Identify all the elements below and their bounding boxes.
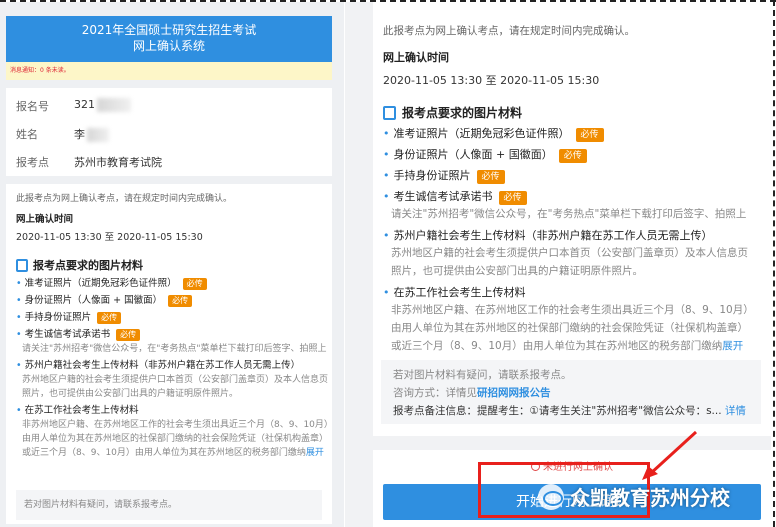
applicant-id-label: 报名号	[16, 100, 49, 113]
material-item: • 身份证照片（人像面 + 国徽面） 必传	[16, 294, 322, 308]
doubt-tip-left: 若对图片材料有疑问，请联系报考点。	[16, 490, 322, 520]
material-desc: 请关注"苏州招考"微信公众号，在"考务热点"菜单栏下载打印后签字、拍照上	[391, 208, 747, 220]
required-badge: 必传	[97, 312, 122, 324]
required-badge: 必传	[558, 149, 587, 163]
contact-box: 若对图片材料有疑问，请联系报考点。 咨询方式：详情见研招网网报公告 报考点备注信…	[381, 360, 761, 424]
applicant-site-row: 报考点 苏州市教育考试院	[16, 154, 162, 170]
watermark-text: 众凯教育苏州分校	[570, 486, 730, 510]
material-item: • 考生诚信考试承诺书 必传 请关注"苏州招考"微信公众号，在"考务热点"菜单栏下载…	[383, 188, 761, 223]
redacted-mask	[97, 98, 131, 112]
doubt-tip: 若对图片材料有疑问，请联系报考点。	[393, 369, 572, 381]
materials-title-text: 报考点要求的图片材料	[33, 259, 143, 272]
expand-link[interactable]: 展开	[722, 340, 743, 352]
message-notice[interactable]: 消息通知：0 条未读。	[6, 62, 332, 80]
applicant-name-row: 姓名 李	[16, 126, 109, 142]
required-badge: 必传	[116, 329, 141, 341]
applicant-id-row: 报名号 321	[16, 98, 131, 114]
material-item: • 手持身份证照片 必传	[383, 167, 761, 184]
material-desc: 照片，也可提供由公安部门出具的户籍证明原件照片。	[391, 265, 643, 277]
confirm-status: 未进行网上确认	[373, 458, 771, 473]
redacted-mask	[87, 128, 109, 142]
material-desc: 由用人单位为其在苏州地区的社保部门缴纳的社会保险凭证（社保机构盖章）	[391, 322, 748, 334]
confirm-card-right: 此报考点为网上确认考点，请在规定时间内完成确认。 网上确认时间 2020-11-…	[373, 2, 771, 436]
applicant-info: 报名号 321 姓名 李 报考点 苏州市教育考试院	[6, 88, 332, 176]
left-panel: 2021年全国硕士研究生招生考试 网上确认系统 消息通知：0 条未读。 报名号 …	[0, 2, 344, 527]
material-desc: 苏州地区户籍的社会考生须提供户口本首页（公安部门盖章页）及本人信息页	[391, 247, 748, 259]
required-badge: 必传	[168, 295, 193, 307]
material-item: • 考生诚信考试承诺书 必传 请关注"苏州招考"微信公众号，在"考务热点"菜单栏下载…	[16, 329, 327, 354]
material-item: • 苏州户籍社会考生上传材料（非苏州户籍在苏工作人员无需上传） 苏州地区户籍的社会…	[383, 227, 761, 280]
confirm-tip: 此报考点为网上确认考点，请在规定时间内完成确认。	[16, 194, 233, 204]
applicant-name-value: 李	[74, 128, 85, 141]
applicant-site-label: 报考点	[16, 156, 49, 169]
announcement-link[interactable]: 研招网网报公告	[477, 387, 551, 399]
material-desc: 苏州地区户籍的社会考生须提供户口本首页（公安部门盖章页）及本人信息页	[22, 375, 329, 385]
material-item: • 苏州户籍社会考生上传材料（非苏州户籍在苏工作人员无需上传） 苏州地区户籍的社会…	[16, 360, 329, 399]
wechat-logo-icon	[538, 483, 564, 510]
material-item: • 身份证照片（人像面 + 国徽面） 必传	[383, 146, 761, 163]
material-item: • 准考证照片（近期免冠彩色证件照） 必传	[16, 277, 322, 291]
required-badge: 必传	[476, 170, 505, 184]
remark-row: 报考点备注信息：提醒考生：①请考生关注"苏州招考"微信公众号：s... 详情	[393, 405, 746, 417]
confirm-time-label: 网上确认时间	[16, 214, 74, 225]
material-desc: 非苏州地区户籍、在苏州地区工作的社会考生须出具近三个月（8、9、10月）	[22, 420, 332, 430]
material-item: • 在苏工作社会考生上传材料 非苏州地区户籍、在苏州地区工作的社会考生须出具近三个…	[16, 405, 332, 458]
applicant-name-label: 姓名	[16, 128, 38, 141]
confirm-time-label: 网上确认时间	[383, 51, 449, 64]
right-panel: 此报考点为网上确认考点，请在规定时间内完成确认。 网上确认时间 2020-11-…	[345, 2, 771, 527]
material-item: • 准考证照片（近期免冠彩色证件照） 必传	[383, 125, 761, 142]
document-icon	[383, 105, 396, 120]
expand-link[interactable]: 展开	[306, 448, 324, 458]
watermark: 众凯教育苏州分校	[538, 482, 730, 511]
required-badge: 必传	[182, 278, 207, 290]
material-item: • 手持身份证照片 必传	[16, 311, 322, 325]
document-icon	[16, 258, 28, 272]
screenshot-border-right	[773, 0, 775, 527]
required-badge: 必传	[575, 128, 604, 142]
material-desc: 照片，也可提供由公安部门出具的户籍证明原件照片。	[22, 389, 239, 399]
material-desc: 请关注"苏州招考"微信公众号，在"考务热点"菜单栏下载打印后签字、拍照上	[22, 344, 327, 354]
materials-list: • 准考证照片（近期免冠彩色证件照） 必传 • 身份证照片（人像面 + 国徽面） 必传 …	[16, 277, 332, 460]
detail-link[interactable]: 详情	[725, 405, 746, 417]
system-header: 2021年全国硕士研究生招生考试 网上确认系统	[6, 16, 332, 62]
materials-title-text: 报考点要求的图片材料	[402, 106, 523, 120]
system-title-line1: 2021年全国硕士研究生招生考试	[81, 23, 257, 37]
applicant-site-value: 苏州市教育考试院	[74, 156, 162, 169]
material-desc: 或近三个月（8、9、10月）由用人单位为其在苏州地区的税务部门缴纳展开	[22, 448, 324, 458]
material-item: • 在苏工作社会考生上传材料 非苏州地区户籍、在苏州地区工作的社会考生须出具近三个…	[383, 284, 761, 355]
required-badge: 必传	[498, 191, 527, 205]
material-desc: 或近三个月（8、9、10月）由用人单位为其在苏州地区的税务部门缴纳展开	[391, 340, 744, 352]
material-desc: 非苏州地区户籍、在苏州地区工作的社会考生须出具近三个月（8、9、10月）	[391, 304, 754, 316]
confirm-tip: 此报考点为网上确认考点，请在规定时间内完成确认。	[383, 25, 635, 37]
materials-list: • 准考证照片（近期免冠彩色证件照） 必传 • 身份证照片（人像面 + 国徽面） 必传 …	[383, 125, 761, 355]
contact-row: 咨询方式：详情见研招网网报公告	[393, 387, 551, 399]
applicant-id-value: 321	[74, 98, 95, 111]
clock-icon	[531, 462, 540, 471]
material-desc: 由用人单位为其在苏州地区的社保部门缴纳的社会保险凭证（社保机构盖章）	[22, 434, 329, 444]
materials-section-title: 报考点要求的图片材料	[383, 104, 761, 121]
confirm-card-left: 此报考点为网上确认考点，请在规定时间内完成确认。 网上确认时间 2020-11-…	[6, 184, 332, 524]
confirm-time-value: 2020-11-05 13:30 至 2020-11-05 15:30	[383, 74, 600, 87]
materials-section-title: 报考点要求的图片材料	[16, 257, 322, 273]
confirm-time-value: 2020-11-05 13:30 至 2020-11-05 15:30	[16, 232, 203, 243]
system-title-line2: 网上确认系统	[132, 39, 205, 53]
